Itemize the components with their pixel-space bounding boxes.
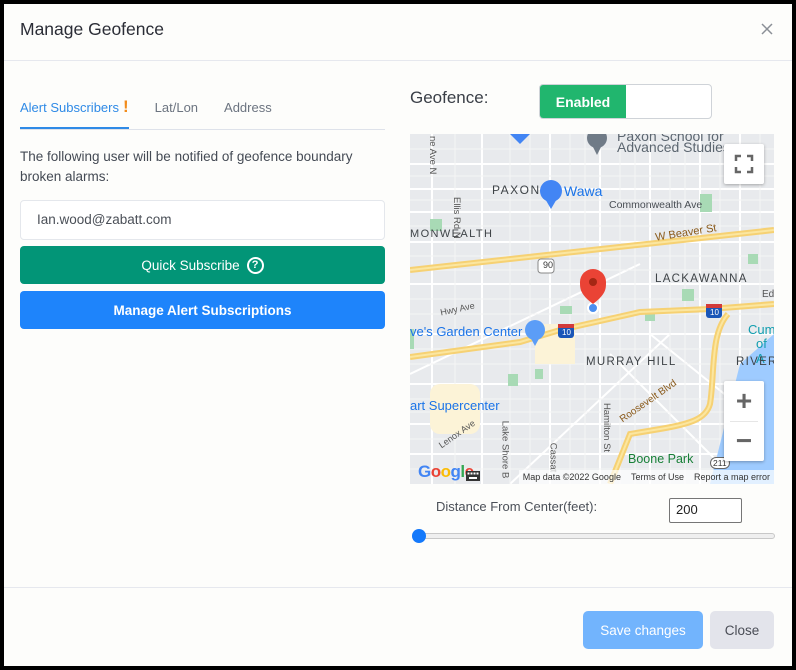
fullscreen-button[interactable] <box>724 144 764 184</box>
tab-label: Address <box>224 100 272 115</box>
map-label: Advanced Studies <box>617 139 730 155</box>
fullscreen-icon <box>734 154 754 174</box>
zoom-in-button[interactable]: + <box>724 381 764 421</box>
help-circle-icon[interactable]: ? <box>246 256 264 274</box>
map-label: RIVER <box>736 356 774 368</box>
manage-geofence-dialog: Manage Geofence Alert Subscribers! Lat/L… <box>4 4 792 666</box>
map-label: Boone Park <box>628 452 694 466</box>
tab-label: Lat/Lon <box>154 100 199 115</box>
map-label: Commonwealth Ave <box>609 199 703 211</box>
terms-of-use-link[interactable]: Terms of Use <box>631 472 684 482</box>
map-label: Cumm <box>748 322 774 337</box>
report-map-error-link[interactable]: Report a map error <box>694 472 770 482</box>
zoom-control: + − <box>724 381 764 461</box>
distance-slider[interactable] <box>412 529 775 543</box>
map-label: Hamilton St <box>601 402 613 453</box>
save-changes-button[interactable]: Save changes <box>583 611 703 649</box>
toggle-enabled-state: Enabled <box>540 85 626 118</box>
map-footer: Google Map data ©2022 Google Terms of Us… <box>410 462 774 484</box>
warning-icon: ! <box>122 97 129 116</box>
quick-subscribe-label: Quick Subscribe <box>141 257 240 273</box>
right-panel: Geofence: Enabled Paxon School for Advan… <box>410 61 775 543</box>
slider-track <box>412 533 775 539</box>
map-attribution: Map data ©2022 Google Terms of Use Repor… <box>518 470 774 484</box>
zoom-out-button[interactable]: − <box>724 421 764 461</box>
tab-label: Alert Subscribers <box>20 100 119 115</box>
geofence-label: Geofence: <box>410 88 489 107</box>
map-view[interactable]: Paxon School for Advanced Studies PAXON … <box>410 134 774 484</box>
keyboard-icon[interactable] <box>466 471 480 481</box>
close-button[interactable]: Close <box>710 611 774 649</box>
subscriber-description: The following user will be notified of g… <box>20 149 353 184</box>
manage-alert-subscriptions-button[interactable]: Manage Alert Subscriptions <box>20 291 385 329</box>
dialog-title: Manage Geofence <box>20 19 164 39</box>
distance-label: Distance From Center(feet): <box>436 499 598 514</box>
map-data-text: Map data ©2022 Google <box>522 472 621 482</box>
close-x-icon[interactable] <box>758 20 776 38</box>
map-label: LACKAWANNA <box>655 273 748 285</box>
map-label: art Supercenter <box>410 398 500 413</box>
left-panel: Alert Subscribers! Lat/Lon Address The f… <box>20 61 385 329</box>
tab-alert-subscribers[interactable]: Alert Subscribers! <box>20 97 129 129</box>
map-label: Ed <box>762 289 774 300</box>
geofence-row: Geofence: Enabled <box>410 61 774 130</box>
tab-lat-lon[interactable]: Lat/Lon <box>155 100 198 129</box>
map-label: MURRAY HILL <box>586 356 677 368</box>
map-label: ne Ave N <box>427 136 438 175</box>
map-label: 90 <box>543 260 554 270</box>
map-label: 10 <box>562 328 571 337</box>
distance-input[interactable]: 200 <box>669 498 742 523</box>
map-label: 10 <box>710 308 719 317</box>
map-label: Wawa <box>564 183 603 199</box>
tab-bar: Alert Subscribers! Lat/Lon Address <box>20 61 385 130</box>
quick-subscribe-button[interactable]: Quick Subscribe ? <box>20 246 385 284</box>
map-label: ve's Garden Center <box>410 324 523 339</box>
map-label: PAXON <box>492 183 541 197</box>
subscriber-email: Ian.wood@zabatt.com <box>20 200 385 240</box>
tab-address[interactable]: Address <box>224 100 272 129</box>
slider-thumb[interactable] <box>412 529 426 543</box>
map-label: Ellis Rd N <box>451 197 462 239</box>
dialog-header: Manage Geofence <box>4 4 792 61</box>
dialog-footer: Save changes Close <box>4 587 792 666</box>
geofence-toggle[interactable]: Enabled <box>539 84 712 119</box>
